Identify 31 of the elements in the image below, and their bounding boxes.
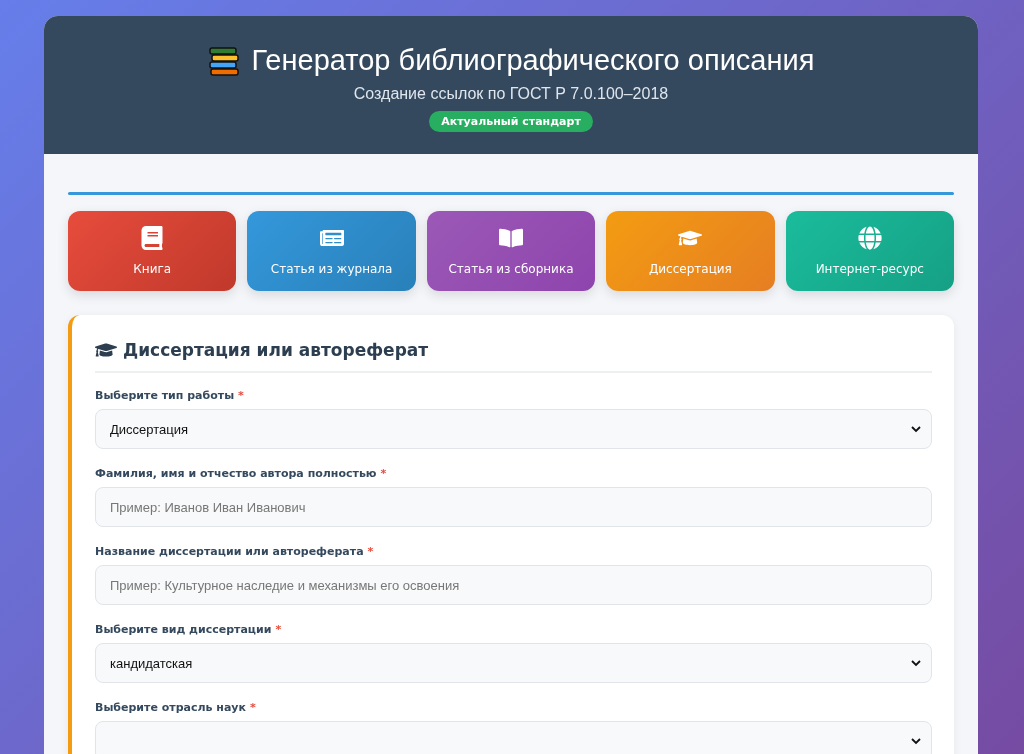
- page-title: Генератор библиографического описания: [251, 44, 815, 77]
- field-label: Название диссертации или автореферата: [95, 545, 364, 558]
- form-title: Диссертация или автореферат: [123, 340, 429, 360]
- field-label: Выберите тип работы: [95, 389, 235, 402]
- input-field[interactable]: Пример: Иванов Иван Иванович: [95, 487, 932, 527]
- required-mark: *: [275, 623, 282, 636]
- globe-icon: [857, 226, 882, 250]
- source-type-button[interactable]: Статья из сборника: [426, 211, 596, 291]
- source-type-button[interactable]: Интернет-ресурс: [785, 211, 954, 291]
- field-label: Фамилия, имя и отчество автора полностью: [95, 467, 377, 480]
- input-field[interactable]: Пример: Культурное наследие и механизмы его освоения: [95, 565, 932, 605]
- status-badge: Актуальный стандарт: [429, 111, 593, 132]
- select-field[interactable]: [95, 721, 932, 754]
- required-mark: *: [380, 467, 387, 480]
- select-field[interactable]: Диссертация: [95, 409, 932, 449]
- source-type-button[interactable]: Диссертация: [606, 211, 775, 291]
- open-book-icon: [499, 226, 523, 250]
- book-icon: [140, 226, 165, 250]
- select-field[interactable]: кандидатская: [95, 643, 932, 683]
- chevron-down-icon: [911, 424, 921, 434]
- required-mark: *: [250, 701, 256, 714]
- required-mark: *: [367, 545, 374, 558]
- books-icon: [207, 44, 240, 77]
- required-mark: *: [238, 389, 244, 402]
- chevron-down-icon: [911, 736, 921, 746]
- source-type-button[interactable]: Статья из журнала: [247, 211, 416, 291]
- page-subtitle: Создание ссылок по ГОСТ Р 7.0.100–2018: [353, 85, 669, 103]
- field-label: Выберите вид диссертации: [95, 623, 272, 636]
- chevron-down-icon: [911, 658, 921, 668]
- field-label: Выберите отрасль наук: [95, 701, 246, 714]
- source-type-button[interactable]: Книга: [68, 211, 237, 291]
